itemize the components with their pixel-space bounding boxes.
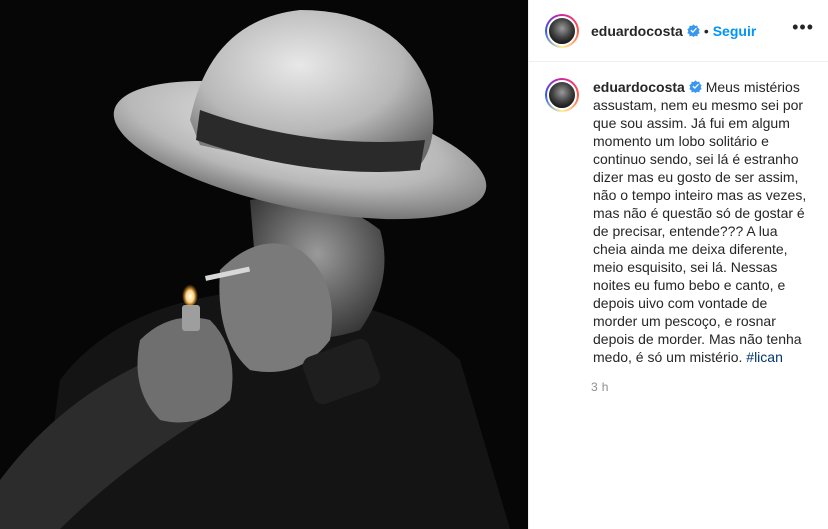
- photo-man-hat-lighter: [0, 0, 528, 529]
- username-link[interactable]: eduardocosta: [591, 23, 683, 39]
- hashtag-link[interactable]: #lican: [746, 349, 783, 365]
- caption-username-link[interactable]: eduardocosta: [593, 79, 685, 95]
- more-options-icon[interactable]: •••: [792, 18, 814, 40]
- separator-dot: •: [703, 22, 709, 39]
- caption-avatar[interactable]: [545, 78, 579, 112]
- post-sidebar: eduardocosta • Seguir ••• eduardocosta M…: [528, 0, 828, 529]
- caption-body: Meus mistérios assustam, nem eu mesmo se…: [593, 79, 807, 365]
- post-header: eduardocosta • Seguir •••: [529, 0, 828, 62]
- verified-badge-icon: [687, 24, 700, 37]
- avatar[interactable]: [545, 13, 579, 48]
- verified-badge-icon: [689, 80, 702, 93]
- follow-button[interactable]: Seguir: [713, 23, 757, 39]
- post-photo[interactable]: [0, 0, 528, 529]
- post-timestamp[interactable]: 3 h: [591, 380, 828, 394]
- caption: eduardocosta Meus mistérios assustam, ne…: [529, 62, 828, 366]
- caption-text: eduardocosta Meus mistérios assustam, ne…: [593, 78, 812, 366]
